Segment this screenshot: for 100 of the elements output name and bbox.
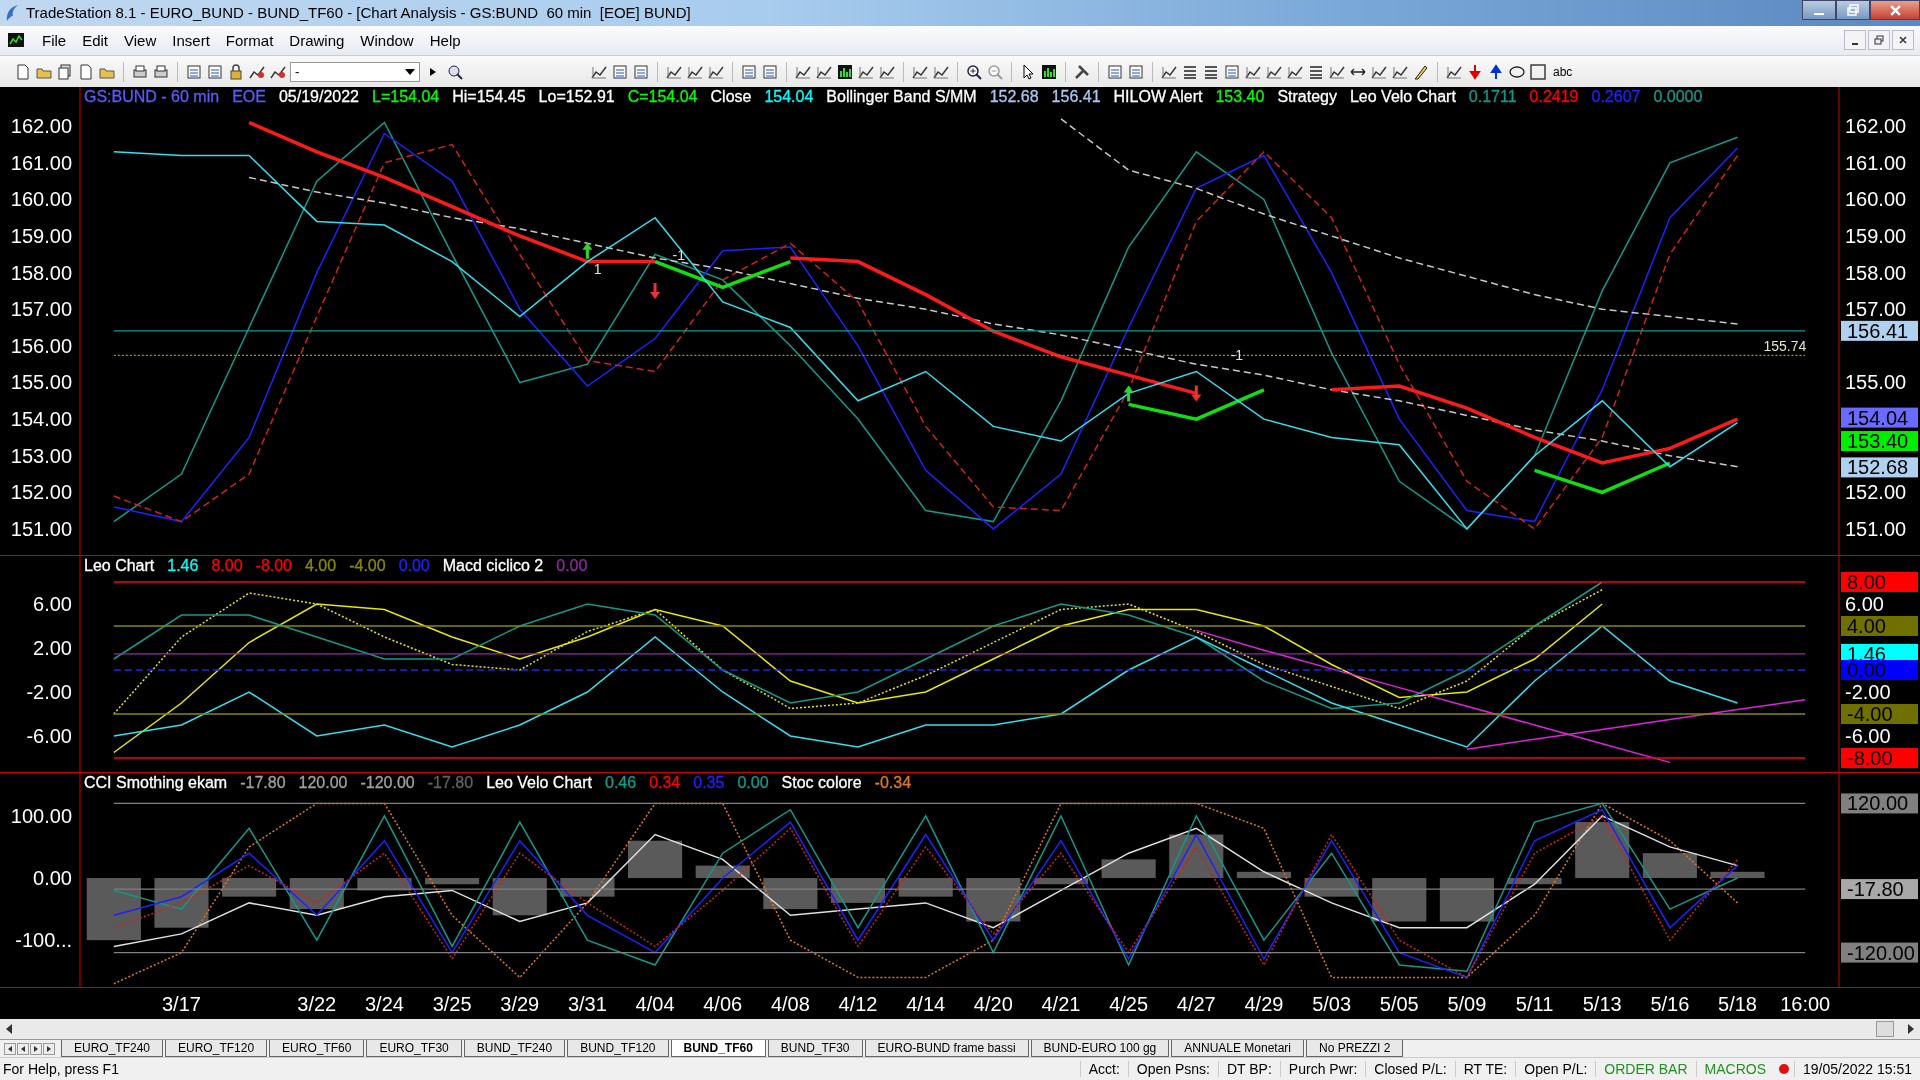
- axis-label: 6.00: [33, 592, 72, 615]
- price-tag: 152.68: [1841, 456, 1918, 479]
- legend-text: 153.40: [1215, 87, 1265, 106]
- legend-text: Hi=154.45: [452, 87, 526, 106]
- sheet-tab[interactable]: BUND_TF30: [767, 1040, 863, 1058]
- legend-text: -120.00: [360, 773, 415, 792]
- legend-text: 0.00: [737, 773, 769, 792]
- legend-text: Stoc colore: [781, 773, 862, 792]
- status-clock: 19/05/2022 15:51: [1794, 1061, 1920, 1078]
- menu-item[interactable]: Help: [421, 31, 469, 49]
- sheet-tab[interactable]: EURO_TF240: [61, 1040, 164, 1058]
- menu-item[interactable]: Format: [217, 31, 282, 49]
- legend-text: 8.00: [211, 556, 243, 575]
- sheet-tab[interactable]: BUND_TF60: [670, 1040, 766, 1058]
- legend-text: Leo Velo Chart: [486, 773, 592, 792]
- legend-text: 05/19/2022: [278, 87, 359, 106]
- legend-text: EOE: [232, 87, 266, 106]
- date-label: 4/21: [1041, 992, 1081, 1015]
- axis-label: -100...: [15, 928, 72, 951]
- legend-text: -0.34: [874, 773, 912, 792]
- axis-label: 151.00: [1845, 517, 1907, 540]
- axis-label: -6.00: [1845, 724, 1891, 747]
- status-field: Purch Pwr:: [1279, 1061, 1366, 1078]
- help-text: For Help, press F1: [2, 1061, 119, 1078]
- menu-item[interactable]: Edit: [74, 31, 117, 49]
- sheet-tab[interactable]: BUND_TF240: [463, 1040, 566, 1058]
- price-tag: -17.80: [1841, 877, 1918, 900]
- status-field: Open P/L:: [1515, 1061, 1596, 1078]
- price-tag: 4.00: [1841, 614, 1918, 637]
- status-toggle[interactable]: MACROS: [1695, 1061, 1774, 1078]
- legend-text: 156.41: [1051, 87, 1101, 106]
- axis-label: 159.00: [10, 224, 72, 247]
- legend-text: 0.00: [398, 556, 430, 575]
- axis-label: 158.00: [1845, 261, 1907, 284]
- axis-label: 152.00: [1845, 481, 1907, 504]
- legend-text: HILOW Alert: [1113, 87, 1203, 106]
- axis-label: 100.00: [10, 804, 72, 827]
- chart-note: -1: [1230, 347, 1244, 364]
- menu-item[interactable]: Insert: [164, 31, 218, 49]
- sheet-tab[interactable]: EURO_TF120: [165, 1040, 268, 1058]
- status-field: RT TE:: [1454, 1061, 1516, 1078]
- menu-item[interactable]: Drawing: [281, 31, 353, 49]
- legend-text: -17.80: [427, 773, 474, 792]
- sheet-tab[interactable]: BUND-EURO 100 gg: [1030, 1040, 1170, 1058]
- chart-note: 1: [593, 261, 602, 278]
- axis-label: 156.00: [10, 334, 72, 357]
- legend-text: Strategy: [1277, 87, 1337, 106]
- status-field: DT BP:: [1217, 1061, 1280, 1078]
- axis-label: 160.00: [10, 188, 72, 211]
- legend-text: CCI Smothing ekam: [84, 773, 228, 792]
- status-toggle[interactable]: ORDER BAR: [1595, 1061, 1696, 1078]
- legend-text: 0.2607: [1591, 87, 1641, 106]
- window-title: TradeStation 8.1 - EURO_BUND - BUND_TF60 - [Chart Analysis - GS:BUND 60 min [EOE] BUND]: [26, 4, 691, 22]
- date-label: 4/29: [1244, 992, 1284, 1015]
- legend-text: Macd ciclico 2: [442, 556, 544, 575]
- axis-label: 154.00: [10, 407, 72, 430]
- legend-text: 0.2419: [1529, 87, 1579, 106]
- legend-text: 0.0000: [1653, 87, 1703, 106]
- legend-text: -8.00: [255, 556, 292, 575]
- date-label: 4/14: [906, 992, 946, 1015]
- axis-label: 158.00: [10, 261, 72, 284]
- legend-text: Close: [710, 87, 752, 106]
- date-label: 5/16: [1650, 992, 1690, 1015]
- date-label: 3/24: [364, 992, 404, 1015]
- menu-item[interactable]: Window: [352, 31, 422, 49]
- axis-label: 162.00: [1845, 115, 1907, 137]
- price-tag: 120.00: [1841, 792, 1918, 815]
- menu-item[interactable]: File: [34, 31, 75, 49]
- date-label: 4/12: [838, 992, 878, 1015]
- price-tag: 153.40: [1841, 429, 1918, 452]
- date-label: 3/25: [432, 992, 472, 1015]
- sheet-tab[interactable]: BUND_TF120: [567, 1040, 669, 1058]
- symbol-dropdown[interactable]: -: [290, 61, 420, 82]
- date-label: 5/13: [1582, 992, 1622, 1015]
- price-tag: 156.41: [1841, 319, 1918, 342]
- sheet-tab[interactable]: No PREZZI 2: [1306, 1040, 1404, 1058]
- sheet-tab[interactable]: EURO_TF60: [269, 1040, 365, 1058]
- date-label: 3/31: [567, 992, 607, 1015]
- sheet-tab[interactable]: EURO_TF30: [366, 1040, 462, 1058]
- axis-label: 0.00: [33, 866, 72, 889]
- date-label: 3/29: [500, 992, 540, 1015]
- axis-label: 153.00: [10, 444, 72, 467]
- date-label: 5/05: [1379, 992, 1419, 1015]
- price-tag: 154.04: [1841, 406, 1918, 429]
- axis-label: 151.00: [10, 517, 72, 540]
- axis-label: 161.00: [10, 151, 72, 174]
- legend-text: 152.68: [989, 87, 1039, 106]
- date-label: 5/03: [1312, 992, 1352, 1015]
- menu-item[interactable]: View: [116, 31, 165, 49]
- text-tool-button[interactable]: abc: [1550, 64, 1576, 79]
- date-label: 5/11: [1515, 992, 1554, 1015]
- axis-label: -2.00: [26, 680, 72, 703]
- sheet-tab[interactable]: EURO-BUND frame bassi: [864, 1040, 1029, 1058]
- sheet-tab[interactable]: ANNUALE Monetari: [1171, 1040, 1304, 1058]
- date-label: 3/22: [297, 992, 337, 1015]
- legend-text: 0.1711: [1468, 87, 1517, 106]
- date-label: 5/09: [1447, 992, 1487, 1015]
- axis-label: 155.00: [10, 371, 72, 394]
- legend-text: 0.46: [605, 773, 637, 792]
- date-label: 4/20: [973, 992, 1013, 1015]
